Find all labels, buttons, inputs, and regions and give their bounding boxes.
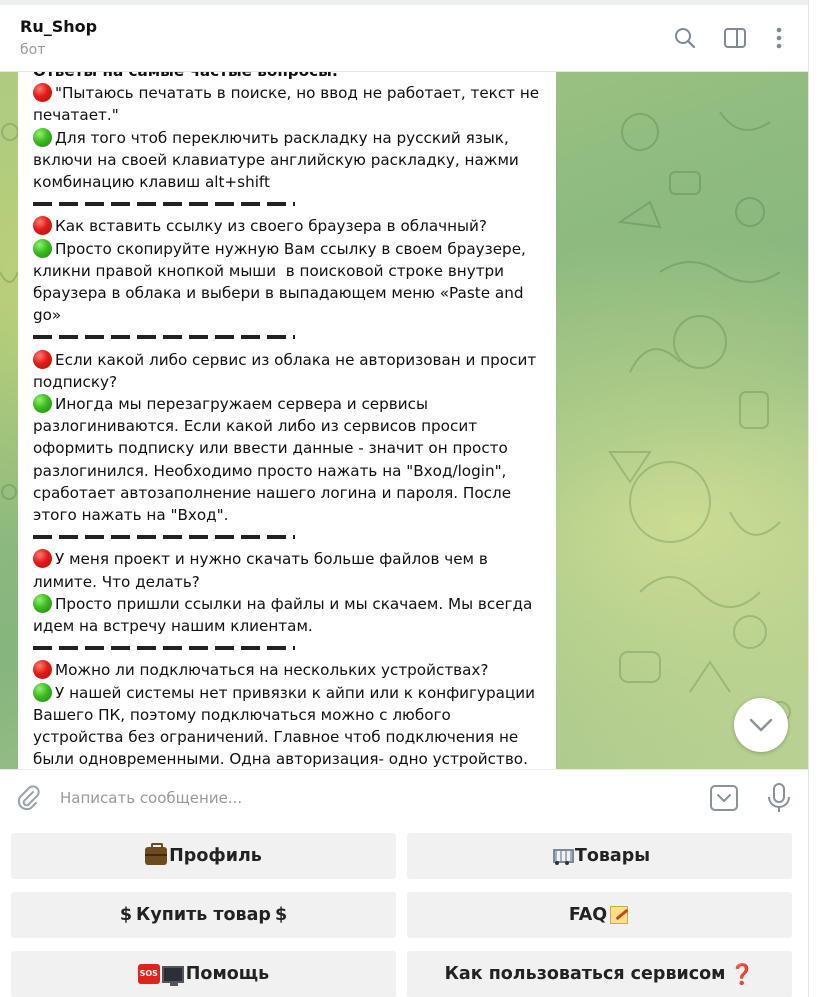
green-circle-icon: [33, 682, 52, 702]
memo-icon: [610, 906, 629, 924]
answer-text: Просто пришли ссылки на файлы и мы скача…: [33, 594, 538, 636]
buy-item-button[interactable]: $ Купить товар $: [11, 892, 396, 938]
green-circle-icon: [33, 127, 52, 147]
red-circle-icon: [33, 549, 52, 569]
goods-button[interactable]: Товары: [407, 833, 792, 879]
question-text: Можно ли подключаться на нескольких устр…: [55, 661, 489, 680]
answer-text: У нашей системы нет привязки к айпи или …: [33, 683, 536, 769]
window-right-edge: [808, 0, 822, 997]
shopping-cart-icon: [549, 846, 574, 866]
bot-keyboard-icon[interactable]: [709, 783, 739, 813]
bot-message-bubble: Ответы на самые частые вопросы: "Пытаюсь…: [18, 72, 556, 769]
separator-line: [33, 526, 546, 548]
button-label: FAQ: [568, 905, 608, 925]
green-circle-icon: [33, 238, 52, 258]
briefcase-icon: [145, 843, 168, 865]
dollar-icon: $: [119, 905, 133, 925]
bot-reply-keyboard: Профиль Товары $ Купить товар $ FAQ SOS Пом…: [0, 826, 808, 997]
answer-text: Для того чтоб переключить раскладку на р…: [33, 128, 524, 192]
wallpaper-doodles: [608, 111, 791, 723]
message-text: Ответы на самые частые вопросы: "Пытаюсь…: [33, 72, 546, 769]
chat-subtitle: бот: [20, 42, 46, 58]
dollar-icon: $: [274, 905, 288, 925]
search-icon[interactable]: [672, 25, 698, 51]
question-text: "Пытаюсь печатать в поиске, но ввод не р…: [33, 84, 544, 125]
chevron-down-icon: [749, 718, 773, 732]
microphone-icon[interactable]: [765, 782, 793, 814]
answer-text: Просто скопируйте нужную Вам ссылку в св…: [33, 239, 531, 325]
question-text: Если какой либо сервис из облака не авто…: [33, 350, 541, 391]
button-label: Помощь: [185, 964, 270, 984]
button-label: Профиль: [169, 846, 262, 866]
green-circle-icon: [33, 593, 52, 613]
wallpaper-left-edge: [0, 123, 18, 500]
button-label: Купить товар: [136, 905, 271, 925]
separator-line: [33, 326, 546, 348]
sos-icon: SOS: [137, 964, 160, 984]
profile-button[interactable]: Профиль: [11, 833, 396, 879]
question-text: Как вставить ссылку из своего браузера в…: [55, 217, 487, 236]
question-text: У меня проект и нужно скачать больше фай…: [33, 550, 493, 591]
message-heading: Ответы на самые частые вопросы:: [33, 72, 338, 80]
separator-line: [33, 637, 546, 659]
help-button[interactable]: SOS Помощь: [11, 951, 396, 997]
more-vertical-icon[interactable]: [766, 25, 792, 51]
button-label: Как пользоваться сервисом: [444, 964, 726, 984]
paperclip-icon[interactable]: [14, 784, 42, 812]
answer-text: Иногда мы перезагружаем сервера и сервис…: [33, 395, 516, 525]
red-circle-icon: [33, 660, 52, 680]
how-to-use-button[interactable]: Как пользоваться сервисом ❓: [407, 951, 792, 997]
button-label: Товары: [574, 846, 651, 866]
chat-title[interactable]: Ru_Shop: [20, 17, 97, 36]
chat-history[interactable]: Ответы на самые частые вопросы: "Пытаюсь…: [0, 72, 808, 769]
red-circle-icon: [33, 216, 52, 236]
computer-icon: [161, 965, 184, 986]
red-circle-icon: [33, 349, 52, 369]
faq-button[interactable]: FAQ: [407, 892, 792, 938]
message-input[interactable]: [60, 784, 680, 812]
scroll-to-bottom-button[interactable]: [734, 698, 788, 752]
green-circle-icon: [33, 394, 52, 414]
red-circle-icon: [33, 83, 52, 103]
chat-header: Ru_Shop бот: [0, 5, 808, 72]
separator-line: [33, 193, 546, 215]
question-mark-icon: ❓: [729, 962, 755, 986]
compose-bar: [0, 769, 808, 826]
sidebar-toggle-icon[interactable]: [722, 25, 748, 51]
